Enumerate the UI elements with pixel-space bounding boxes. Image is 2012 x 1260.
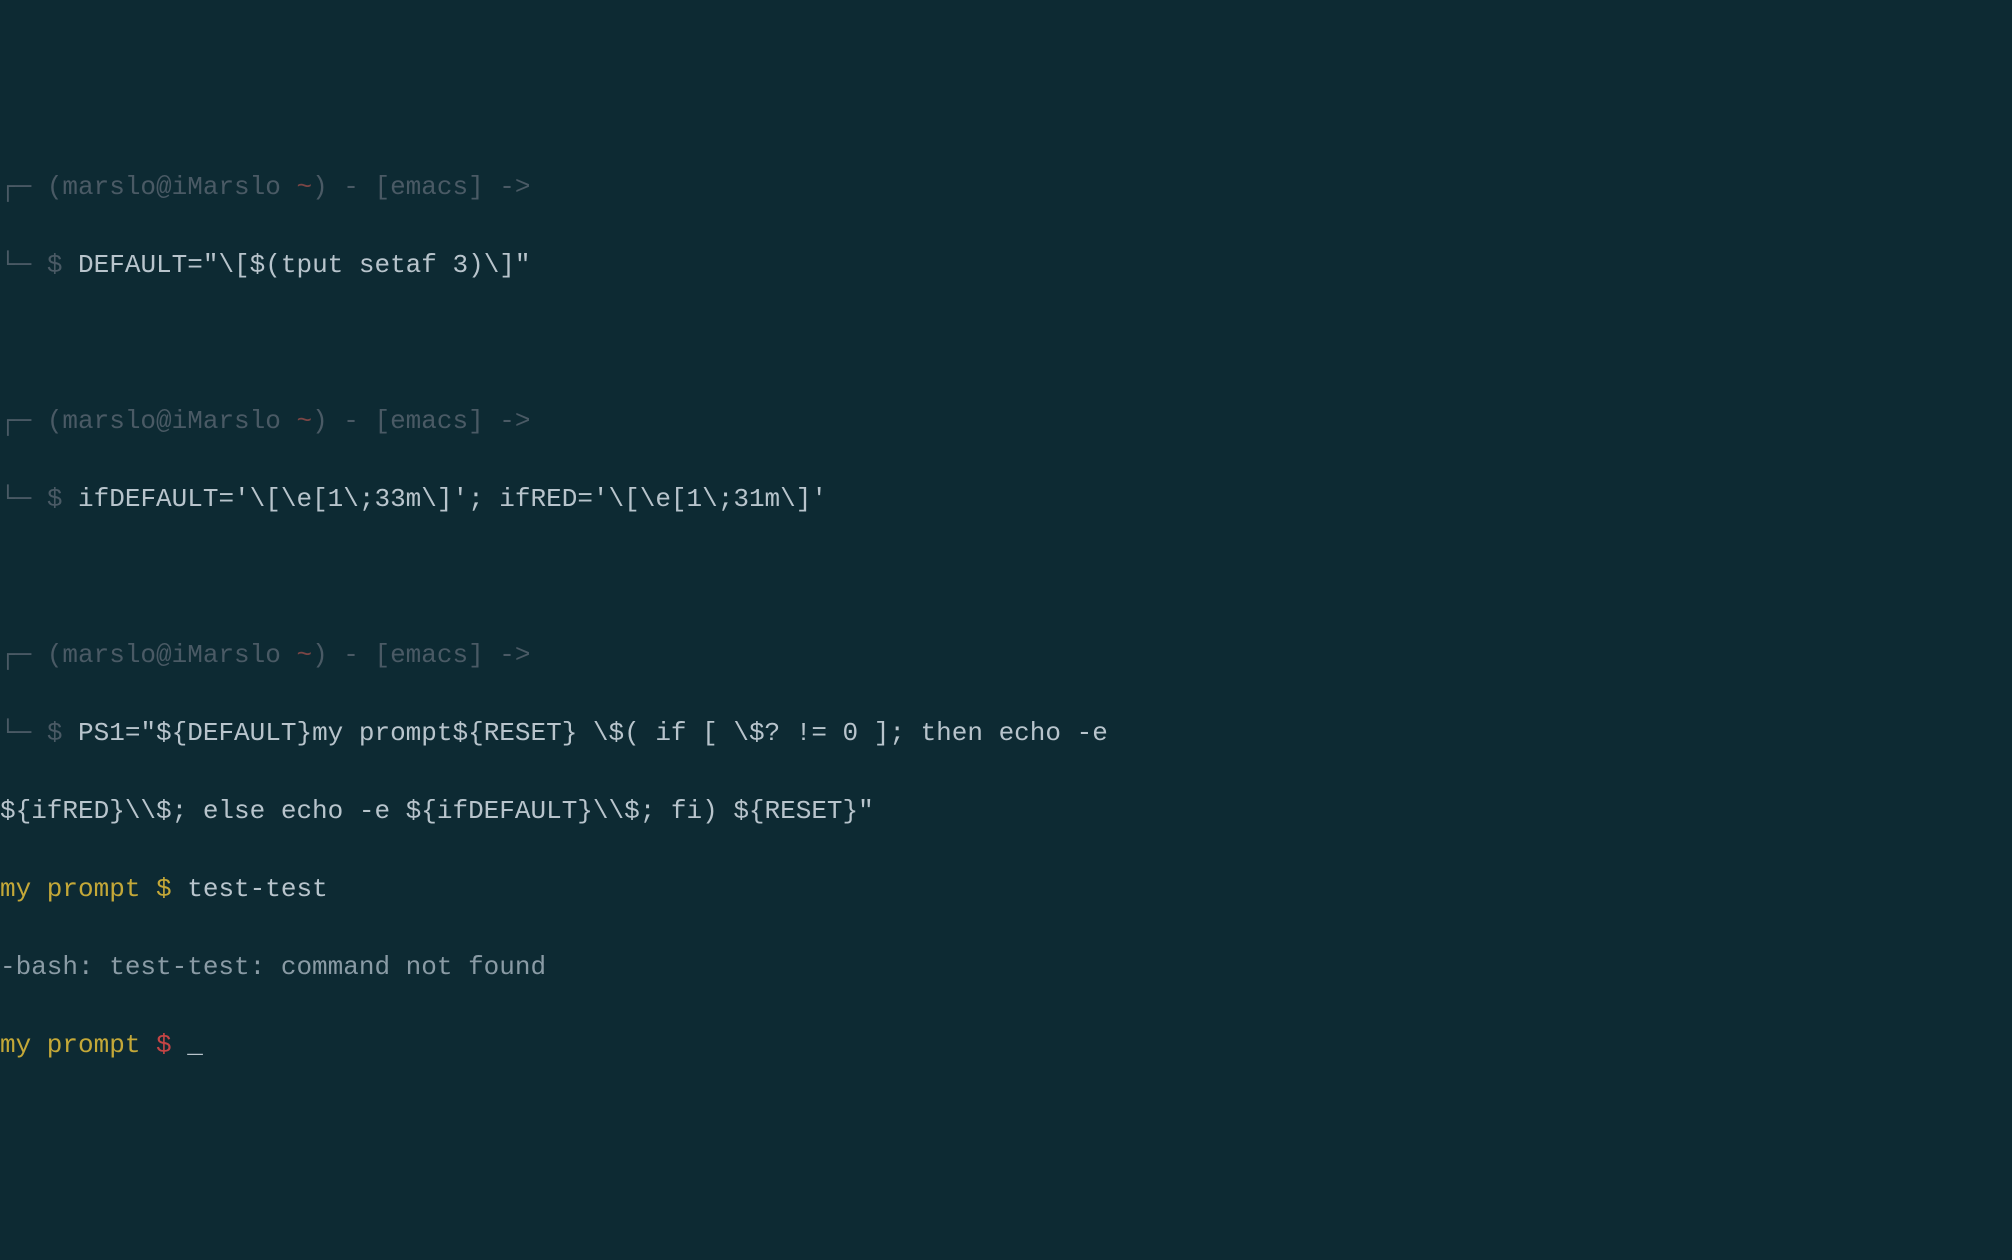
terminal-line-2: └─ $ DEFAULT="\[$(tput setaf 3)\]" [0, 246, 2012, 285]
command-text: DEFAULT="\[$(tput setaf 3)\]" [78, 250, 530, 280]
prompt-dollar: $ [47, 484, 63, 514]
custom-prompt-dollar: $ [156, 874, 172, 904]
prompt-bracket-top: ┌─ [0, 406, 47, 436]
terminal-line-3: ┌─ (marslo@iMarslo ~) - [emacs] -> [0, 402, 2012, 441]
terminal-line-1: ┌─ (marslo@iMarslo ~) - [emacs] -> [0, 168, 2012, 207]
prompt-bracket-top: ┌─ [0, 172, 47, 202]
prompt-bracket-bottom: └─ [0, 484, 47, 514]
prompt-user-host: (marslo@iMarslo [47, 406, 297, 436]
prompt-bracket-bottom: └─ [0, 718, 47, 748]
prompt-user-host: (marslo@iMarslo [47, 172, 297, 202]
cursor-icon[interactable]: _ [172, 1030, 203, 1060]
prompt-bracket-bottom: └─ [0, 250, 47, 280]
prompt-closing: ) - [emacs] -> [312, 172, 530, 202]
terminal-blank-2 [0, 558, 2012, 597]
terminal-line-8: my prompt $ test-test [0, 870, 2012, 909]
prompt-tilde: ~ [296, 640, 312, 670]
prompt-closing: ) - [emacs] -> [312, 406, 530, 436]
custom-prompt-dollar-error: $ [156, 1030, 172, 1060]
terminal-line-6: └─ $ PS1="${DEFAULT}my prompt${RESET} \$… [0, 714, 2012, 753]
custom-prompt-text: my prompt [0, 874, 156, 904]
terminal-blank-1 [0, 324, 2012, 363]
prompt-bracket-top: ┌─ [0, 640, 47, 670]
command-text-line2: ${ifRED}\\$; else echo -e ${ifDEFAULT}\\… [0, 796, 874, 826]
prompt-dollar: $ [47, 250, 63, 280]
custom-prompt-text: my prompt [0, 1030, 156, 1060]
prompt-user-host: (marslo@iMarslo [47, 640, 297, 670]
terminal-line-10: my prompt $ _ [0, 1026, 2012, 1065]
command-text-line1: PS1="${DEFAULT}my prompt${RESET} \$( if … [78, 718, 1123, 748]
terminal-line-4: └─ $ ifDEFAULT='\[\e[1\;33m\]'; ifRED='\… [0, 480, 2012, 519]
command-input[interactable]: test-test [172, 874, 328, 904]
error-output: -bash: test-test: command not found [0, 952, 546, 982]
terminal-line-9: -bash: test-test: command not found [0, 948, 2012, 987]
terminal-line-5: ┌─ (marslo@iMarslo ~) - [emacs] -> [0, 636, 2012, 675]
prompt-tilde: ~ [296, 406, 312, 436]
command-text: ifDEFAULT='\[\e[1\;33m\]'; ifRED='\[\e[1… [78, 484, 827, 514]
prompt-closing: ) - [emacs] -> [312, 640, 530, 670]
prompt-dollar: $ [47, 718, 63, 748]
prompt-tilde: ~ [296, 172, 312, 202]
